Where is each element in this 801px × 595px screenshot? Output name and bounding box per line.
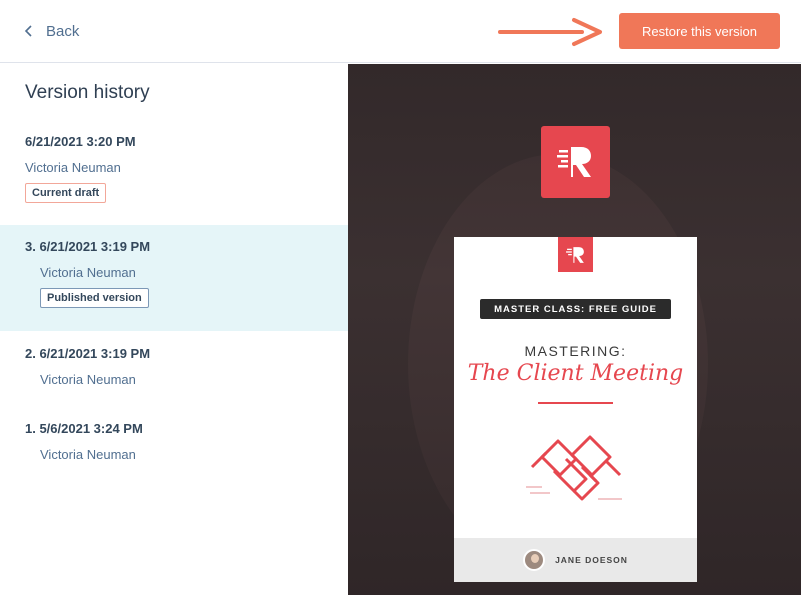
back-label: Back (46, 22, 80, 40)
version-item-current[interactable]: 6/21/2021 3:20 PM Victoria Neuman Curren… (0, 134, 348, 214)
chevron-left-icon (24, 25, 32, 37)
version-history-sidebar: Version history 6/21/2021 3:20 PM Victor… (0, 64, 348, 595)
cover-author: JANE DOESON (555, 555, 628, 565)
version-item-3[interactable]: 3. 6/21/2021 3:19 PM Victoria Neuman Pub… (0, 225, 348, 331)
version-item-2[interactable]: 2. 6/21/2021 3:19 PM Victoria Neuman (0, 346, 348, 387)
current-draft-badge: Current draft (25, 183, 107, 203)
version-date: 3. 6/21/2021 3:19 PM (25, 239, 151, 254)
handshake-icon (526, 435, 622, 501)
brand-logo-icon (556, 147, 591, 177)
sidebar-title: Version history (25, 82, 150, 103)
version-preview: MASTER CLASS: FREE GUIDE MASTERING: The … (348, 64, 801, 595)
cover-footer: JANE DOESON (454, 538, 697, 582)
brand-logo (541, 126, 610, 198)
back-button[interactable]: Back (22, 20, 79, 42)
top-bar: Back Restore this version (0, 0, 801, 63)
cover-title: The Client Meeting (467, 361, 684, 386)
version-author: Victoria Neuman (40, 372, 136, 387)
version-author: Victoria Neuman (40, 265, 136, 280)
cover-tag: MASTER CLASS: FREE GUIDE (480, 299, 671, 319)
version-author: Victoria Neuman (25, 160, 121, 175)
published-version-badge: Published version (40, 288, 149, 308)
cover-subtitle: MASTERING: (524, 343, 627, 359)
cover-logo (558, 237, 593, 272)
version-item-1[interactable]: 1. 5/6/2021 3:24 PM Victoria Neuman (0, 421, 348, 462)
brand-logo-icon (565, 246, 584, 263)
version-date: 2. 6/21/2021 3:19 PM (25, 346, 151, 361)
arrow-right-icon (498, 18, 602, 46)
ebook-cover: MASTER CLASS: FREE GUIDE MASTERING: The … (454, 237, 697, 582)
restore-version-button[interactable]: Restore this version (619, 13, 780, 49)
cover-divider (538, 402, 613, 404)
version-date: 1. 5/6/2021 3:24 PM (25, 421, 143, 436)
version-author: Victoria Neuman (40, 447, 136, 462)
author-avatar (523, 549, 546, 571)
version-date: 6/21/2021 3:20 PM (25, 134, 136, 149)
